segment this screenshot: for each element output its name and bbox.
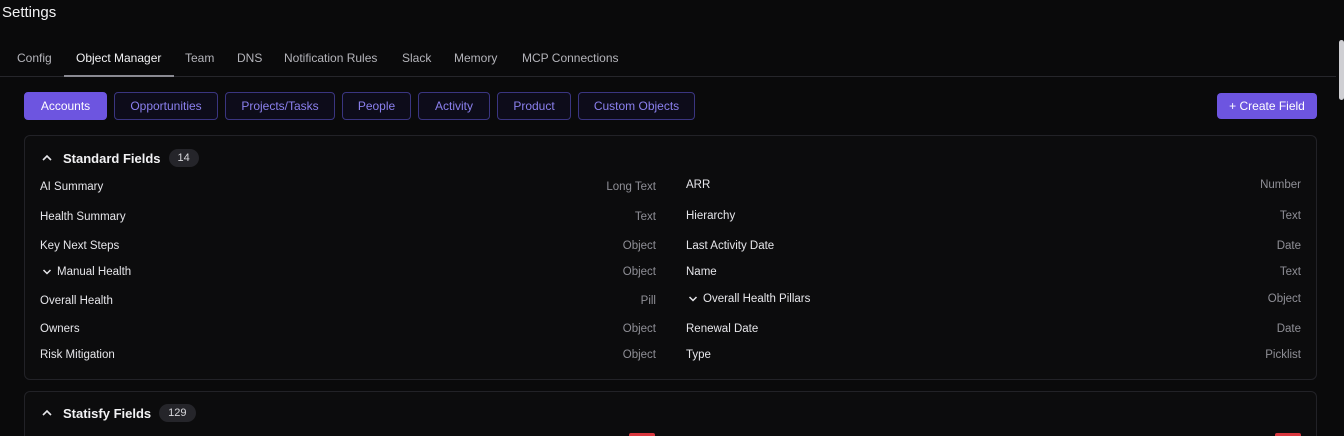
- settings-tabs: Config Object Manager Team DNS Notificat…: [0, 40, 1336, 77]
- page-title: Settings: [2, 4, 57, 21]
- tab-config[interactable]: Config: [17, 51, 52, 65]
- section-title: Standard Fields: [63, 150, 161, 166]
- field-name[interactable]: Hierarchy: [686, 210, 735, 222]
- field-name-expandable[interactable]: Overall Health Pillars: [688, 293, 810, 305]
- field-name-expandable[interactable]: Manual Health: [42, 266, 131, 278]
- tab-mcp-connections[interactable]: MCP Connections: [522, 51, 619, 65]
- chevron-up-icon: [42, 154, 52, 161]
- field-name[interactable]: ARR: [686, 179, 710, 191]
- field-name-label: Manual Health: [57, 266, 132, 278]
- tab-team[interactable]: Team: [185, 51, 214, 65]
- object-accounts-button[interactable]: Accounts: [24, 92, 107, 120]
- page-scrollbar[interactable]: [1339, 40, 1344, 100]
- field-type: Text: [1279, 210, 1301, 222]
- standard-fields-header[interactable]: Standard Fields 14: [41, 148, 199, 168]
- field-type: Long Text: [606, 181, 656, 193]
- section-title: Statisfy Fields: [63, 405, 152, 421]
- field-name[interactable]: Risk Mitigation: [40, 349, 115, 361]
- tab-memory[interactable]: Memory: [454, 51, 497, 65]
- field-type: Pill: [640, 295, 656, 307]
- tab-slack[interactable]: Slack: [402, 51, 431, 65]
- field-type: Object: [622, 323, 656, 335]
- field-type: Picklist: [1265, 349, 1301, 361]
- field-name[interactable]: Overall Health: [40, 295, 113, 307]
- active-tab-underline: [64, 75, 174, 77]
- chevron-down-icon: [688, 296, 698, 302]
- statisfy-fields-header[interactable]: Statisfy Fields 129: [41, 403, 196, 423]
- chevron-up-icon: [42, 409, 52, 416]
- count-badge: 129: [159, 404, 196, 422]
- create-field-button[interactable]: + Create Field: [1217, 93, 1317, 119]
- field-name[interactable]: Type: [686, 349, 711, 361]
- field-name[interactable]: Key Next Steps: [40, 240, 119, 252]
- field-type: Number: [1260, 179, 1301, 191]
- object-projects-tasks-button[interactable]: Projects/Tasks: [225, 92, 335, 120]
- tab-dns[interactable]: DNS: [237, 51, 262, 65]
- chevron-down-icon: [42, 269, 52, 275]
- field-name[interactable]: Renewal Date: [686, 323, 758, 335]
- object-people-button[interactable]: People: [342, 92, 411, 120]
- field-type: Date: [1276, 240, 1301, 252]
- standard-fields-panel: Standard Fields 14: [24, 135, 1317, 380]
- object-activity-button[interactable]: Activity: [418, 92, 490, 120]
- statisfy-fields-panel: Statisfy Fields 129: [24, 391, 1317, 436]
- field-type: Object: [622, 240, 656, 252]
- field-name-label: Overall Health Pillars: [703, 293, 811, 305]
- field-name[interactable]: Name: [686, 266, 717, 278]
- field-type: Date: [1276, 323, 1301, 335]
- field-type: Text: [634, 211, 656, 223]
- field-name[interactable]: Owners: [40, 323, 80, 335]
- object-custom-objects-button[interactable]: Custom Objects: [578, 92, 695, 120]
- tab-notification-rules[interactable]: Notification Rules: [284, 51, 377, 65]
- field-type: Object: [622, 266, 656, 278]
- field-type: Text: [1279, 266, 1301, 278]
- count-badge: 14: [168, 149, 199, 167]
- field-type: Object: [622, 349, 656, 361]
- tab-object-manager[interactable]: Object Manager: [76, 51, 161, 65]
- object-opportunities-button[interactable]: Opportunities: [114, 92, 218, 120]
- field-name[interactable]: AI Summary: [40, 181, 103, 193]
- field-name[interactable]: Last Activity Date: [686, 240, 774, 252]
- field-type: Object: [1267, 293, 1301, 305]
- field-name[interactable]: Health Summary: [40, 211, 126, 223]
- object-product-button[interactable]: Product: [497, 92, 571, 120]
